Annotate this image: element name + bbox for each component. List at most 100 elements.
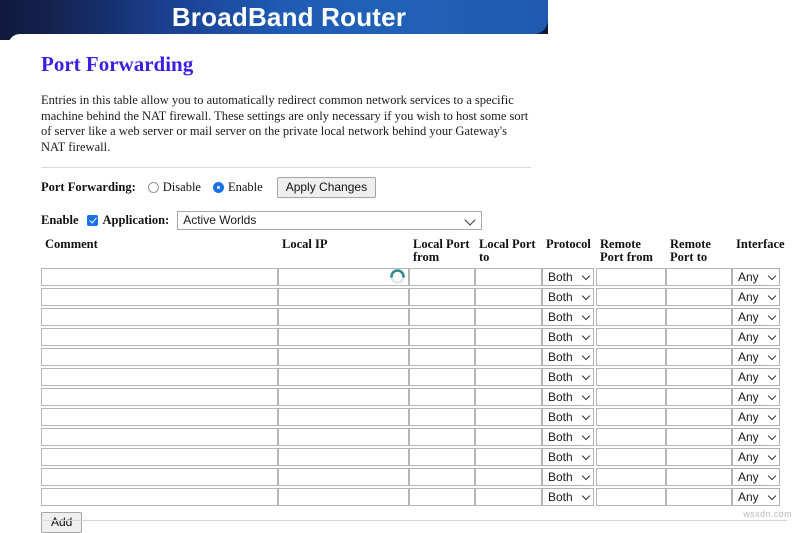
local-port-to-input[interactable] xyxy=(475,408,542,426)
remote-port-from-input[interactable] xyxy=(596,308,666,326)
comment-input[interactable] xyxy=(41,348,278,366)
protocol-select[interactable]: Both xyxy=(542,308,594,326)
local-ip-input[interactable] xyxy=(278,288,409,306)
interface-select[interactable]: Any xyxy=(732,368,780,386)
local-port-to-input[interactable] xyxy=(475,288,542,306)
remote-port-to-input[interactable] xyxy=(666,388,732,406)
remote-port-to-input[interactable] xyxy=(666,268,732,286)
comment-input[interactable] xyxy=(41,448,278,466)
protocol-select[interactable]: Both xyxy=(542,408,594,426)
remote-port-from-input[interactable] xyxy=(596,488,666,506)
protocol-select[interactable]: Both xyxy=(542,488,594,506)
remote-port-to-input[interactable] xyxy=(666,488,732,506)
protocol-select[interactable]: Both xyxy=(542,388,594,406)
protocol-select[interactable]: Both xyxy=(542,348,594,366)
radio-disable[interactable] xyxy=(147,181,159,193)
remote-port-to-input[interactable] xyxy=(666,428,732,446)
local-port-from-input[interactable] xyxy=(409,408,475,426)
interface-select[interactable]: Any xyxy=(732,308,780,326)
add-button[interactable]: Add xyxy=(41,512,83,533)
local-port-from-input[interactable] xyxy=(409,328,475,346)
comment-input[interactable] xyxy=(41,268,278,286)
local-port-from-input[interactable] xyxy=(409,268,475,286)
local-port-to-input[interactable] xyxy=(475,468,542,486)
local-port-to-input[interactable] xyxy=(475,488,542,506)
enable-checkbox[interactable] xyxy=(86,214,98,226)
remote-port-from-input[interactable] xyxy=(596,448,666,466)
protocol-select[interactable]: Both xyxy=(542,368,594,386)
protocol-select[interactable]: Both xyxy=(542,468,594,486)
local-port-to-input[interactable] xyxy=(475,348,542,366)
interface-select[interactable]: Any xyxy=(732,448,780,466)
interface-select[interactable]: Any xyxy=(732,268,780,286)
protocol-select[interactable]: Both xyxy=(542,448,594,466)
local-port-to-input[interactable] xyxy=(475,428,542,446)
local-ip-input[interactable] xyxy=(278,468,409,486)
comment-input[interactable] xyxy=(41,308,278,326)
radio-enable-label[interactable]: Enable xyxy=(228,180,263,195)
local-ip-input[interactable] xyxy=(278,448,409,466)
local-port-to-input[interactable] xyxy=(475,388,542,406)
protocol-select[interactable]: Both xyxy=(542,268,594,286)
local-port-to-input[interactable] xyxy=(475,308,542,326)
interface-select[interactable]: Any xyxy=(732,408,780,426)
radio-enable[interactable] xyxy=(212,181,224,193)
comment-input[interactable] xyxy=(41,288,278,306)
local-ip-input[interactable] xyxy=(278,388,409,406)
remote-port-from-input[interactable] xyxy=(596,368,666,386)
remote-port-from-input[interactable] xyxy=(596,328,666,346)
local-ip-input[interactable] xyxy=(278,328,409,346)
local-port-to-input[interactable] xyxy=(475,328,542,346)
remote-port-to-input[interactable] xyxy=(666,308,732,326)
protocol-select[interactable]: Both xyxy=(542,288,594,306)
local-port-from-input[interactable] xyxy=(409,388,475,406)
protocol-select[interactable]: Both xyxy=(542,428,594,446)
remote-port-to-input[interactable] xyxy=(666,328,732,346)
interface-select[interactable]: Any xyxy=(732,388,780,406)
apply-changes-button[interactable]: Apply Changes xyxy=(276,176,377,198)
comment-input[interactable] xyxy=(41,388,278,406)
radio-disable-label[interactable]: Disable xyxy=(163,180,201,195)
comment-input[interactable] xyxy=(41,368,278,386)
remote-port-from-input[interactable] xyxy=(596,268,666,286)
interface-select[interactable]: Any xyxy=(732,468,780,486)
remote-port-from-input[interactable] xyxy=(596,468,666,486)
remote-port-to-input[interactable] xyxy=(666,448,732,466)
protocol-select[interactable]: Both xyxy=(542,328,594,346)
local-port-to-input[interactable] xyxy=(475,368,542,386)
local-ip-input[interactable] xyxy=(278,408,409,426)
interface-select[interactable]: Any xyxy=(732,328,780,346)
local-port-from-input[interactable] xyxy=(409,448,475,466)
remote-port-from-input[interactable] xyxy=(596,428,666,446)
comment-input[interactable] xyxy=(41,328,278,346)
interface-select[interactable]: Any xyxy=(732,348,780,366)
remote-port-to-input[interactable] xyxy=(666,288,732,306)
comment-input[interactable] xyxy=(41,488,278,506)
interface-select[interactable]: Any xyxy=(732,428,780,446)
local-port-from-input[interactable] xyxy=(409,468,475,486)
local-ip-input[interactable] xyxy=(278,488,409,506)
remote-port-to-input[interactable] xyxy=(666,348,732,366)
local-ip-input[interactable] xyxy=(278,348,409,366)
interface-select[interactable]: Any xyxy=(732,488,780,506)
comment-input[interactable] xyxy=(41,468,278,486)
local-port-from-input[interactable] xyxy=(409,368,475,386)
comment-input[interactable] xyxy=(41,408,278,426)
remote-port-from-input[interactable] xyxy=(596,408,666,426)
comment-input[interactable] xyxy=(41,428,278,446)
local-ip-input[interactable] xyxy=(278,308,409,326)
application-select[interactable]: Active Worlds xyxy=(177,210,483,230)
local-port-from-input[interactable] xyxy=(409,348,475,366)
local-port-from-input[interactable] xyxy=(409,428,475,446)
local-port-to-input[interactable] xyxy=(475,448,542,466)
remote-port-from-input[interactable] xyxy=(596,288,666,306)
remote-port-from-input[interactable] xyxy=(596,348,666,366)
remote-port-to-input[interactable] xyxy=(666,408,732,426)
remote-port-from-input[interactable] xyxy=(596,388,666,406)
local-port-from-input[interactable] xyxy=(409,488,475,506)
local-port-to-input[interactable] xyxy=(475,268,542,286)
local-ip-input[interactable] xyxy=(278,368,409,386)
remote-port-to-input[interactable] xyxy=(666,468,732,486)
local-port-from-input[interactable] xyxy=(409,308,475,326)
local-ip-input[interactable] xyxy=(278,428,409,446)
